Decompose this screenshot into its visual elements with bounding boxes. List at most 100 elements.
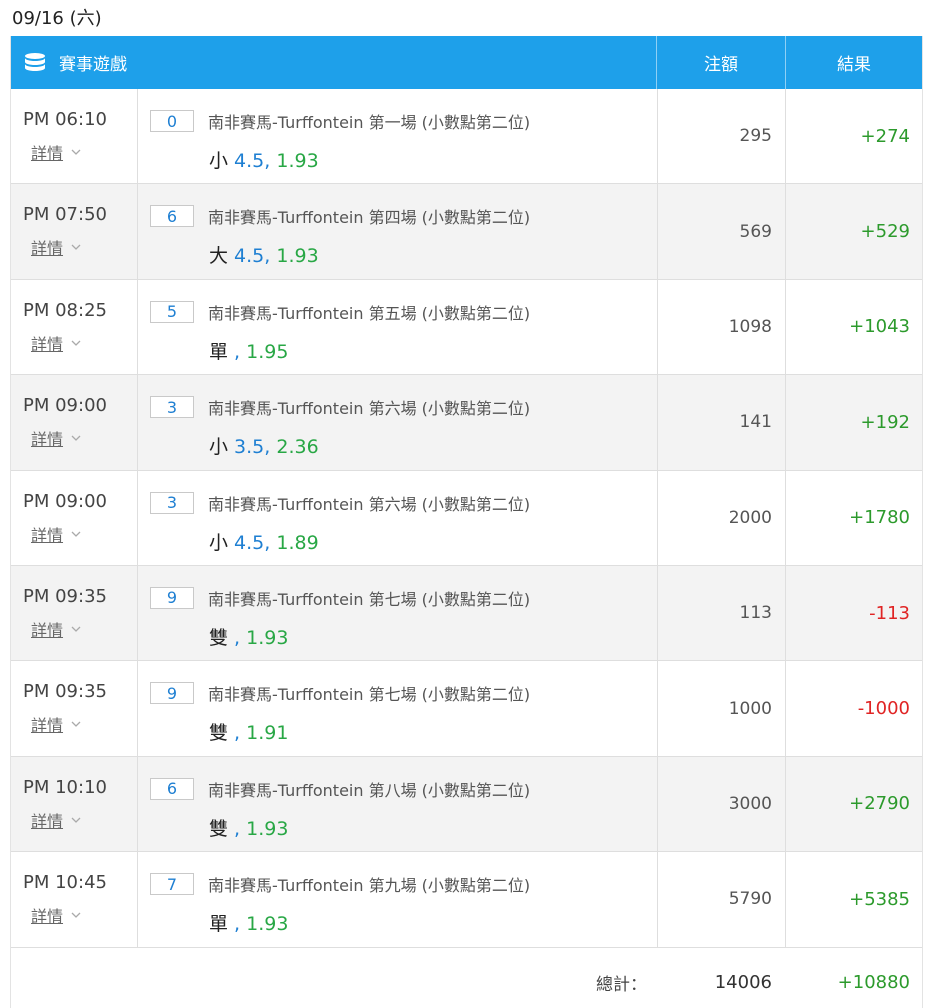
time-cell: PM 08:25 詳情 <box>11 279 138 375</box>
detail-label[interactable]: 詳情 <box>31 426 63 450</box>
bet-amount: 295 <box>658 89 786 184</box>
time-cell: PM 10:10 詳情 <box>11 756 138 852</box>
pick-odds: 1.91 <box>240 722 289 745</box>
chevron-down-icon[interactable] <box>71 719 81 729</box>
bet-pick: 單 , 1.95 <box>150 337 657 364</box>
pick-type: 小 <box>209 531 229 554</box>
detail-toggle[interactable]: 詳情 <box>23 712 137 736</box>
detail-toggle[interactable]: 詳情 <box>23 808 137 832</box>
event-cell: 5 南非賽馬-Turffontein 第五場 (小數點第二位) 單 , 1.95 <box>138 279 658 375</box>
bet-pick: 小 3.5, 2.36 <box>150 432 657 459</box>
header-game-column: 賽事遊戲 <box>11 36 657 89</box>
race-number-box: 9 <box>150 586 194 609</box>
detail-toggle[interactable]: 詳情 <box>23 522 137 546</box>
event-name: 南非賽馬-Turffontein 第四場 (小數點第二位) <box>208 208 531 228</box>
bet-time: PM 09:35 <box>23 681 107 703</box>
total-label: 總計： <box>596 975 647 996</box>
bet-result: -1000 <box>857 698 910 720</box>
race-number-box: 9 <box>150 682 194 705</box>
table-header: 賽事遊戲 注額 結果 <box>11 36 922 89</box>
bet-time: PM 08:25 <box>23 299 107 321</box>
race-number-box: 5 <box>150 300 194 323</box>
detail-toggle[interactable]: 詳情 <box>23 426 137 450</box>
event-cell: 0 南非賽馬-Turffontein 第一場 (小數點第二位) 小 4.5, 1… <box>138 89 658 184</box>
table-row: PM 06:10 詳情 0 南非賽馬-Turffontein 第一場 (小數點第… <box>11 89 922 185</box>
chevron-down-icon[interactable] <box>71 433 81 443</box>
chevron-down-icon[interactable] <box>71 529 81 539</box>
event-cell: 9 南非賽馬-Turffontein 第七場 (小數點第二位) 雙 , 1.91 <box>138 661 658 756</box>
bet-pick: 雙 , 1.93 <box>150 814 657 841</box>
bet-amount: 2000 <box>658 470 786 565</box>
bet-time: PM 09:00 <box>23 395 107 417</box>
pick-type: 雙 <box>209 722 229 745</box>
bet-time: PM 07:50 <box>23 204 107 226</box>
bet-time: PM 10:10 <box>23 776 107 798</box>
event-name: 南非賽馬-Turffontein 第五場 (小數點第二位) <box>208 303 531 323</box>
detail-label[interactable]: 詳情 <box>31 617 63 641</box>
detail-toggle[interactable]: 詳情 <box>23 235 137 259</box>
pick-type: 小 <box>209 150 229 172</box>
bet-amount: 113 <box>658 565 786 661</box>
pick-type: 單 <box>209 913 229 936</box>
bet-pick: 單 , 1.93 <box>150 909 657 936</box>
pick-line: , <box>228 817 241 840</box>
table-row: PM 07:50 詳情 6 南非賽馬-Turffontein 第四場 (小數點第… <box>11 184 922 280</box>
event-cell: 7 南非賽馬-Turffontein 第九場 (小數點第二位) 單 , 1.93 <box>138 852 658 947</box>
detail-label[interactable]: 詳情 <box>31 140 63 164</box>
bet-pick: 雙 , 1.93 <box>150 623 657 650</box>
bet-result: +192 <box>860 411 910 433</box>
race-number-box: 3 <box>150 396 194 419</box>
chevron-down-icon[interactable] <box>71 910 81 920</box>
header-game-label: 賽事遊戲 <box>59 55 127 75</box>
bet-amount: 5790 <box>658 852 786 947</box>
date-label: 09/16 (六) <box>12 8 102 29</box>
bet-result: +5385 <box>849 888 910 910</box>
detail-label[interactable]: 詳情 <box>31 235 63 259</box>
chevron-down-icon[interactable] <box>71 624 81 634</box>
bet-time: PM 06:10 <box>23 109 107 130</box>
table-row: PM 08:25 詳情 5 南非賽馬-Turffontein 第五場 (小數點第… <box>11 279 922 376</box>
chevron-down-icon[interactable] <box>71 147 81 157</box>
event-name: 南非賽馬-Turffontein 第六場 (小數點第二位) <box>208 494 531 514</box>
time-cell: PM 09:00 詳情 <box>11 470 138 565</box>
detail-toggle[interactable]: 詳情 <box>23 140 137 164</box>
race-number-box: 6 <box>150 205 194 228</box>
detail-toggle[interactable]: 詳情 <box>23 331 137 355</box>
time-cell: PM 09:00 詳情 <box>11 375 138 470</box>
chevron-down-icon[interactable] <box>71 242 81 252</box>
event-name: 南非賽馬-Turffontein 第七場 (小數點第二位) <box>208 685 531 705</box>
pick-odds: 1.95 <box>240 340 289 363</box>
bet-time: PM 09:35 <box>23 585 107 607</box>
time-cell: PM 10:45 詳情 <box>11 852 138 947</box>
event-cell: 3 南非賽馬-Turffontein 第六場 (小數點第二位) 小 3.5, 2… <box>138 375 658 470</box>
event-name: 南非賽馬-Turffontein 第六場 (小數點第二位) <box>208 399 531 419</box>
pick-line: 4.5, <box>228 150 271 172</box>
bet-pick: 大 4.5, 1.93 <box>150 241 657 268</box>
event-name: 南非賽馬-Turffontein 第一場 (小數點第二位) <box>208 113 531 132</box>
bet-history-table: 賽事遊戲 注額 結果 PM 06:10 詳情 0 南非賽馬-Turffontei… <box>10 36 923 1008</box>
detail-toggle[interactable]: 詳情 <box>23 903 137 927</box>
bet-pick: 雙 , 1.91 <box>150 718 657 745</box>
detail-label[interactable]: 詳情 <box>31 712 63 736</box>
bet-time: PM 09:00 <box>23 490 107 512</box>
detail-label[interactable]: 詳情 <box>31 522 63 546</box>
pick-type: 雙 <box>209 817 229 840</box>
race-number-box: 6 <box>150 777 194 800</box>
detail-label[interactable]: 詳情 <box>31 903 63 927</box>
chevron-down-icon[interactable] <box>71 815 81 825</box>
bet-pick: 小 4.5, 1.89 <box>150 528 657 555</box>
event-cell: 9 南非賽馬-Turffontein 第七場 (小數點第二位) 雙 , 1.93 <box>138 565 658 661</box>
detail-label[interactable]: 詳情 <box>31 331 63 355</box>
chevron-down-icon[interactable] <box>71 338 81 348</box>
table-row: PM 09:35 詳情 9 南非賽馬-Turffontein 第七場 (小數點第… <box>11 661 922 757</box>
pick-odds: 1.93 <box>270 245 319 268</box>
detail-label[interactable]: 詳情 <box>31 808 63 832</box>
pick-type: 單 <box>209 340 229 363</box>
pick-line: , <box>228 913 241 936</box>
bet-amount: 1098 <box>658 279 786 375</box>
bet-result: +2790 <box>849 793 910 815</box>
pick-line: , <box>228 722 241 745</box>
event-name: 南非賽馬-Turffontein 第九場 (小數點第二位) <box>208 876 531 896</box>
race-number-box: 7 <box>150 873 194 896</box>
detail-toggle[interactable]: 詳情 <box>23 617 137 641</box>
